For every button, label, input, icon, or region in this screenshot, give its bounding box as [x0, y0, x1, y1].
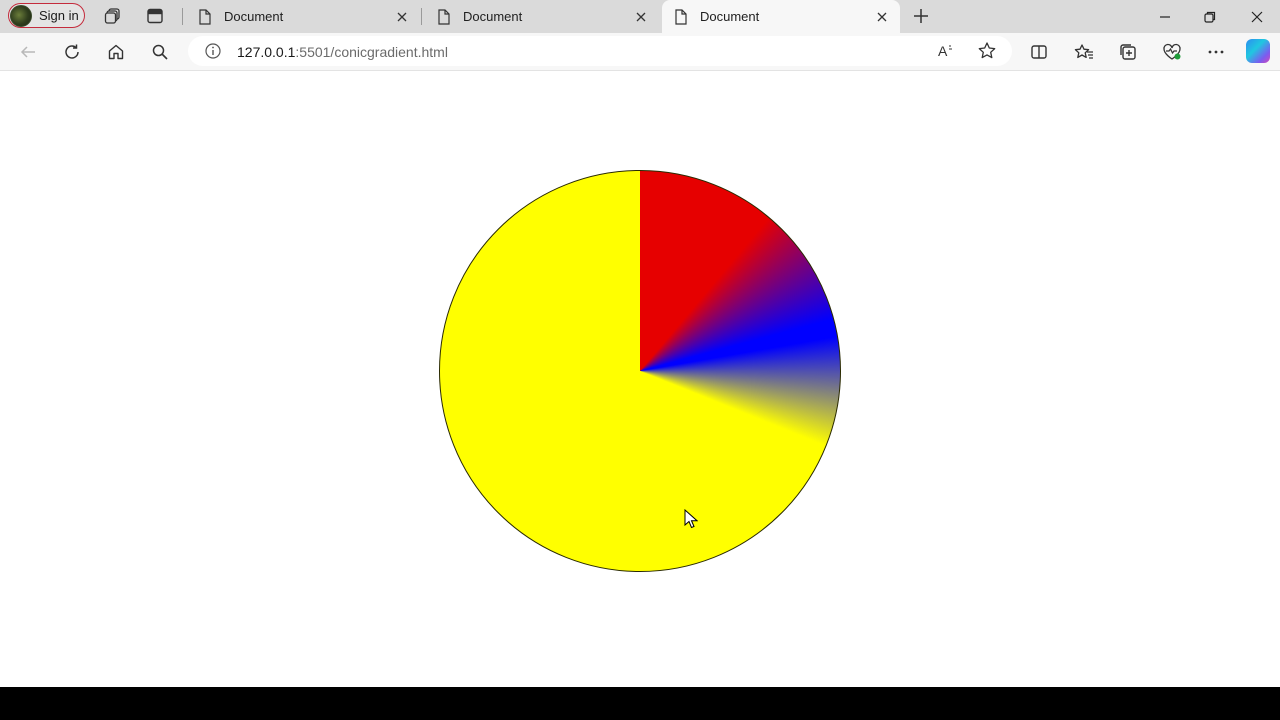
new-tab-icon[interactable] [911, 6, 931, 26]
more-options-icon[interactable] [1205, 41, 1227, 63]
close-icon[interactable] [872, 7, 892, 27]
favorite-star-icon[interactable] [977, 41, 997, 61]
url-host: 127.0.0.1 [237, 44, 296, 60]
info-icon[interactable] [204, 42, 222, 60]
svg-text:A: A [938, 43, 948, 59]
collections-icon[interactable] [1117, 41, 1139, 63]
tab-separator [182, 8, 183, 25]
sign-in-label: Sign in [39, 8, 79, 23]
mouse-cursor-icon [684, 509, 698, 529]
close-icon[interactable] [392, 7, 412, 27]
avatar [10, 4, 32, 27]
tab-2[interactable]: Document [425, 0, 659, 33]
restore-icon[interactable] [1199, 6, 1221, 28]
workspaces-icon[interactable] [103, 6, 123, 26]
browser-window: Sign in Document Document Document 127.0… [0, 0, 1280, 687]
tab-title: Document [224, 9, 284, 24]
back-arrow-icon[interactable] [17, 41, 39, 63]
copilot-icon[interactable] [1246, 39, 1270, 63]
url-path: :5501/conicgradient.html [295, 44, 448, 60]
document-icon [438, 8, 450, 25]
close-icon[interactable] [631, 7, 651, 27]
tab-title: Document [700, 9, 760, 24]
sign-in-button[interactable]: Sign in [8, 3, 85, 28]
address-bar[interactable]: 127.0.0.1:5501/conicgradient.html A [188, 36, 1012, 66]
document-icon [199, 8, 211, 25]
url-text[interactable]: 127.0.0.1:5501/conicgradient.html [237, 44, 448, 60]
tab-actions-icon[interactable] [145, 6, 165, 26]
read-aloud-icon[interactable]: A [937, 42, 957, 60]
close-window-icon[interactable] [1246, 6, 1268, 28]
minimize-icon[interactable] [1154, 6, 1176, 28]
favorites-icon[interactable] [1073, 41, 1095, 63]
split-screen-icon[interactable] [1028, 41, 1050, 63]
navigation-bar: 127.0.0.1:5501/conicgradient.html A [0, 33, 1280, 71]
page-content [0, 71, 1280, 687]
tab-separator [421, 8, 422, 25]
conic-gradient-circle [439, 170, 841, 572]
browser-essentials-icon[interactable] [1161, 41, 1183, 63]
home-icon[interactable] [105, 41, 127, 63]
tab-title: Document [463, 9, 523, 24]
document-icon [675, 8, 687, 25]
tab-3-active[interactable]: Document [662, 0, 900, 33]
refresh-icon[interactable] [61, 41, 83, 63]
tab-strip: Sign in Document Document Document [0, 0, 1280, 33]
tab-1[interactable]: Document [186, 0, 420, 33]
search-icon[interactable] [149, 41, 171, 63]
